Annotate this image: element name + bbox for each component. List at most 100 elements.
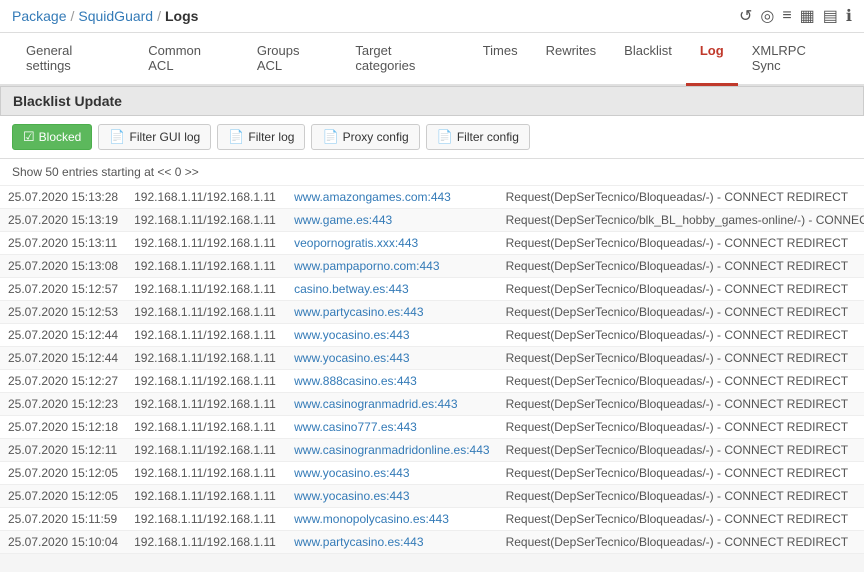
filter-config-label: Filter config	[457, 130, 519, 144]
table-row: 25.07.2020 15:11:59 192.168.1.11/192.168…	[0, 508, 864, 531]
cell-domain: www.monopolycasino.es:443	[286, 508, 497, 531]
cell-ip: 192.168.1.11/192.168.1.11	[126, 508, 286, 531]
cell-date: 25.07.2020 15:12:57	[0, 278, 126, 301]
main-content: Blacklist Update ☑ Blocked 📄 Filter GUI …	[0, 86, 864, 554]
cell-request: Request(DepSerTecnico/Bloqueadas/-) - CO…	[498, 393, 864, 416]
toolbar: ☑ Blocked 📄 Filter GUI log 📄 Filter log …	[0, 116, 864, 159]
cell-ip: 192.168.1.11/192.168.1.11	[126, 462, 286, 485]
breadcrumb-package[interactable]: Package	[12, 8, 66, 24]
cell-date: 25.07.2020 15:10:04	[0, 531, 126, 554]
cell-request: Request(DepSerTecnico/blk_BL_hobby_games…	[498, 209, 864, 232]
filter-log-label: Filter log	[248, 130, 294, 144]
cell-request: Request(DepSerTecnico/Bloqueadas/-) - CO…	[498, 485, 864, 508]
cell-domain: veopornogratis.xxx:443	[286, 232, 497, 255]
table-row: 25.07.2020 15:10:04 192.168.1.11/192.168…	[0, 531, 864, 554]
table-row: 25.07.2020 15:12:44 192.168.1.11/192.168…	[0, 347, 864, 370]
tab-nav: General settings Common ACL Groups ACL T…	[0, 33, 864, 86]
table-row: 25.07.2020 15:12:27 192.168.1.11/192.168…	[0, 370, 864, 393]
cell-request: Request(DepSerTecnico/Bloqueadas/-) - CO…	[498, 508, 864, 531]
cell-domain: www.casinogranmadrid.es:443	[286, 393, 497, 416]
table-row: 25.07.2020 15:12:53 192.168.1.11/192.168…	[0, 301, 864, 324]
cell-request: Request(DepSerTecnico/Bloqueadas/-) - CO…	[498, 370, 864, 393]
cell-domain: www.pampaporno.com:443	[286, 255, 497, 278]
cell-ip: 192.168.1.11/192.168.1.11	[126, 347, 286, 370]
chart-icon[interactable]: ▦	[800, 6, 815, 26]
cell-request: Request(DepSerTecnico/Bloqueadas/-) - CO…	[498, 232, 864, 255]
filter-log-button[interactable]: 📄 Filter log	[217, 124, 305, 150]
cell-request: Request(DepSerTecnico/Bloqueadas/-) - CO…	[498, 416, 864, 439]
filter-config-icon: 📄	[437, 129, 453, 145]
filter-gui-icon: 📄	[109, 129, 125, 145]
cell-ip: 192.168.1.11/192.168.1.11	[126, 209, 286, 232]
cell-request: Request(DepSerTecnico/Bloqueadas/-) - CO…	[498, 531, 864, 554]
cell-domain: www.casinogranmadridonline.es:443	[286, 439, 497, 462]
tab-xmlrpc-sync[interactable]: XMLRPC Sync	[738, 33, 852, 86]
cell-domain: casino.betway.es:443	[286, 278, 497, 301]
cell-domain: www.casino777.es:443	[286, 416, 497, 439]
cell-domain: www.partycasino.es:443	[286, 301, 497, 324]
cell-date: 25.07.2020 15:12:27	[0, 370, 126, 393]
breadcrumb-logs: Logs	[165, 8, 198, 24]
proxy-config-button[interactable]: 📄 Proxy config	[311, 124, 419, 150]
filter-gui-button[interactable]: 📄 Filter GUI log	[98, 124, 211, 150]
cell-request: Request(DepSerTecnico/Bloqueadas/-) - CO…	[498, 324, 864, 347]
tab-times[interactable]: Times	[469, 33, 532, 86]
cell-date: 25.07.2020 15:12:53	[0, 301, 126, 324]
tab-rewrites[interactable]: Rewrites	[532, 33, 611, 86]
filter-gui-label: Filter GUI log	[130, 130, 201, 144]
cell-domain: www.game.es:443	[286, 209, 497, 232]
target-icon[interactable]: ◎	[760, 6, 774, 26]
cell-date: 25.07.2020 15:13:28	[0, 186, 126, 209]
tab-common-acl[interactable]: Common ACL	[134, 33, 243, 86]
cell-domain: www.amazongames.com:443	[286, 186, 497, 209]
cell-date: 25.07.2020 15:13:11	[0, 232, 126, 255]
cell-date: 25.07.2020 15:12:18	[0, 416, 126, 439]
list-icon[interactable]: ≡	[782, 7, 791, 25]
table-row: 25.07.2020 15:12:18 192.168.1.11/192.168…	[0, 416, 864, 439]
cell-ip: 192.168.1.11/192.168.1.11	[126, 301, 286, 324]
cell-ip: 192.168.1.11/192.168.1.11	[126, 393, 286, 416]
top-bar: Package / SquidGuard / Logs ↺ ◎ ≡ ▦ ▤ ℹ	[0, 0, 864, 33]
tab-log[interactable]: Log	[686, 33, 738, 86]
filter-config-button[interactable]: 📄 Filter config	[426, 124, 530, 150]
cell-ip: 192.168.1.11/192.168.1.11	[126, 370, 286, 393]
blocked-label: Blocked	[39, 130, 82, 144]
cell-request: Request(DepSerTecnico/Bloqueadas/-) - CO…	[498, 462, 864, 485]
cell-ip: 192.168.1.11/192.168.1.11	[126, 531, 286, 554]
table-row: 25.07.2020 15:12:05 192.168.1.11/192.168…	[0, 485, 864, 508]
tab-blacklist[interactable]: Blacklist	[610, 33, 686, 86]
entries-info: Show 50 entries starting at << 0 >>	[12, 165, 199, 179]
cell-ip: 192.168.1.11/192.168.1.11	[126, 232, 286, 255]
log-table: 25.07.2020 15:13:28 192.168.1.11/192.168…	[0, 186, 864, 554]
table-icon[interactable]: ▤	[823, 6, 838, 26]
breadcrumb-squidguard[interactable]: SquidGuard	[78, 8, 153, 24]
tab-groups-acl[interactable]: Groups ACL	[243, 33, 342, 86]
cell-domain: www.yocasino.es:443	[286, 462, 497, 485]
table-row: 25.07.2020 15:13:28 192.168.1.11/192.168…	[0, 186, 864, 209]
cell-ip: 192.168.1.11/192.168.1.11	[126, 278, 286, 301]
table-row: 25.07.2020 15:13:08 192.168.1.11/192.168…	[0, 255, 864, 278]
cell-ip: 192.168.1.11/192.168.1.11	[126, 186, 286, 209]
cell-request: Request(DepSerTecnico/Bloqueadas/-) - CO…	[498, 255, 864, 278]
cell-date: 25.07.2020 15:13:19	[0, 209, 126, 232]
blocked-icon: ☑	[23, 129, 35, 145]
tab-general-settings[interactable]: General settings	[12, 33, 134, 86]
refresh-icon[interactable]: ↺	[739, 6, 752, 26]
cell-date: 25.07.2020 15:12:23	[0, 393, 126, 416]
cell-date: 25.07.2020 15:11:59	[0, 508, 126, 531]
breadcrumb: Package / SquidGuard / Logs	[12, 8, 198, 24]
table-row: 25.07.2020 15:12:44 192.168.1.11/192.168…	[0, 324, 864, 347]
cell-date: 25.07.2020 15:12:44	[0, 347, 126, 370]
info-icon[interactable]: ℹ	[846, 6, 852, 26]
table-row: 25.07.2020 15:13:19 192.168.1.11/192.168…	[0, 209, 864, 232]
blocked-button[interactable]: ☑ Blocked	[12, 124, 92, 150]
info-row: Show 50 entries starting at << 0 >>	[0, 159, 864, 186]
filter-log-icon: 📄	[228, 129, 244, 145]
cell-domain: www.yocasino.es:443	[286, 324, 497, 347]
cell-date: 25.07.2020 15:13:08	[0, 255, 126, 278]
cell-ip: 192.168.1.11/192.168.1.11	[126, 324, 286, 347]
tab-target-categories[interactable]: Target categories	[341, 33, 468, 86]
table-row: 25.07.2020 15:12:57 192.168.1.11/192.168…	[0, 278, 864, 301]
proxy-config-label: Proxy config	[343, 130, 409, 144]
cell-ip: 192.168.1.11/192.168.1.11	[126, 439, 286, 462]
